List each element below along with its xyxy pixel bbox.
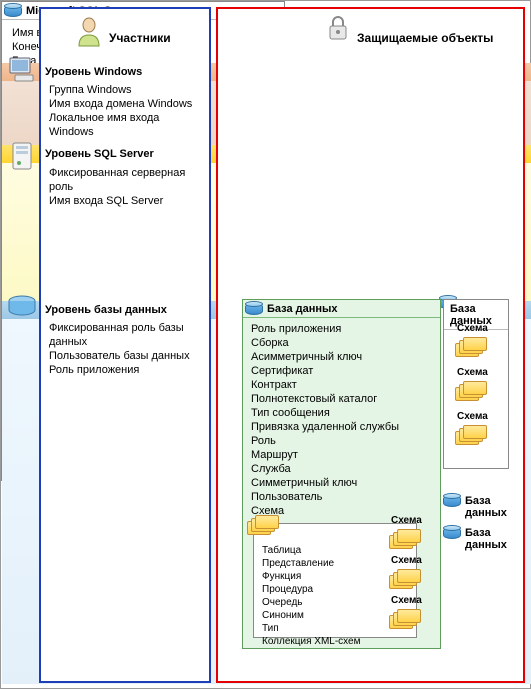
list-item: Синоним [262,609,408,622]
list-item: Очередь [262,596,408,609]
list-item: Пользователь [251,490,432,504]
disk-icon [7,295,37,317]
schema-label: Схема [391,595,422,606]
list-item: Тип [262,622,408,635]
database-cylinder-icon [245,301,263,317]
list-item: Роль приложения [251,322,432,336]
list-item: Таблица [262,544,408,557]
database-cylinder-icon [4,3,22,19]
list-item: Симметричный ключ [251,476,432,490]
list-item: Тип сообщения [251,406,432,420]
list-item: Служба [251,462,432,476]
securables-title: Защищаемые объекты [357,31,493,45]
database-box-items: Роль приложения Сборка Асимметричный клю… [243,318,440,522]
list-item: Сертификат [251,364,432,378]
list-item: Пользователь базы данных [49,349,207,363]
person-icon [75,17,103,47]
list-item: Асимметричный ключ [251,350,432,364]
security-hierarchy-diagram: Уровень Windows Уровень SQL Server Урове… [0,0,531,689]
list-item: Функция [262,570,408,583]
database-level-header: Уровень базы данных [45,301,167,319]
schema-label: Схема [457,367,488,378]
sqlserver-level-header: Уровень SQL Server [45,145,154,163]
schema-stack-icon [247,515,279,535]
list-item: Имя входа SQL Server [49,194,207,208]
list-item: Фиксированная роль базы данных [49,321,207,349]
database-box-title: База данных [267,303,338,315]
schema-label: Схема [391,515,422,526]
schema-stack-icon [455,381,487,401]
database-level-items: Фиксированная роль базы данных Пользоват… [49,321,207,377]
schema-stack-icon [455,337,487,357]
list-item: Полнотекстовый каталог [251,392,432,406]
list-item: Маршрут [251,448,432,462]
list-item: Роль [251,434,432,448]
list-item: Коллекция XML-схем [262,635,408,648]
sqlserver-level-items: Фиксированная серверная роль Имя входа S… [49,166,207,208]
list-item: Имя входа домена Windows [49,97,207,111]
database-cylinder-icon [443,525,461,541]
schema-label: Схема [457,323,488,334]
database-cylinder-icon [443,493,461,509]
list-item: Привязка удаленной службы [251,420,432,434]
database-mini-label: База данных [465,495,530,519]
schema-stack-icon [389,529,421,549]
database-mini-label: База данных [465,527,530,551]
server-icon [9,141,35,171]
list-item: Группа Windows [49,83,207,97]
lock-icon [327,15,349,41]
schema-stack-icon [455,425,487,445]
list-item: Фиксированная серверная роль [49,166,207,194]
list-item: Процедура [262,583,408,596]
principals-title: Участники [109,31,171,45]
list-item: Локальное имя входа Windows [49,111,207,139]
database-box-header: База данных [243,300,440,317]
list-item: Контракт [251,378,432,392]
windows-level-header: Уровень Windows [45,63,142,81]
list-item: Представление [262,557,408,570]
monitor-icon [9,57,35,83]
schema-stack-icon [389,609,421,629]
list-item: Роль приложения [49,363,207,377]
windows-level-items: Группа Windows Имя входа домена Windows … [49,83,207,139]
list-item: Сборка [251,336,432,350]
schema-label: Схема [391,555,422,566]
schema-label: Схема [457,411,488,422]
schema-stack-icon [389,569,421,589]
